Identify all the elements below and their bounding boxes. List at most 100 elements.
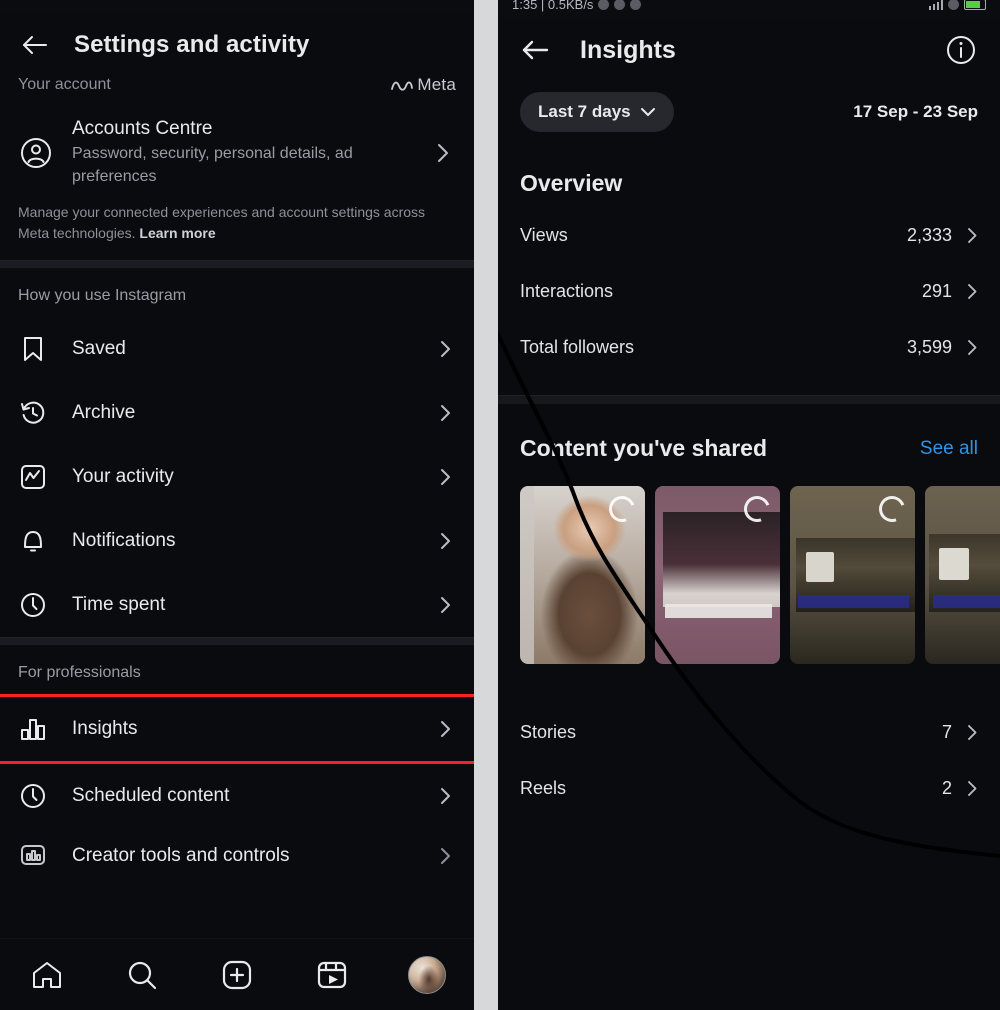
- your-account-label: Your account: [18, 76, 111, 93]
- status-bar-clock-and-network: 1:35 | 0.5KB/s: [512, 0, 594, 12]
- battery-icon: [964, 0, 986, 10]
- chevron-right-icon: [434, 846, 456, 866]
- chevron-right-icon: [434, 595, 456, 615]
- stat-value-group: 3,599: [907, 337, 978, 358]
- left-status-bar: [0, 0, 474, 14]
- content-thumbnail-2[interactable]: [655, 486, 780, 664]
- stat-value-group: 2,333: [907, 225, 978, 246]
- stat-row-interactions[interactable]: Interactions 291: [498, 263, 1000, 319]
- date-filter-row: Last 7 days 17 Sep - 23 Sep: [498, 82, 1000, 142]
- loading-spinner-icon: [604, 491, 640, 527]
- content-row-reels[interactable]: Reels 2: [498, 760, 1000, 816]
- bar-chart-icon: [18, 717, 48, 741]
- status-icon-1: [598, 0, 610, 10]
- reels-icon[interactable]: [305, 948, 359, 1002]
- chevron-right-icon: [966, 779, 978, 798]
- loading-spinner-icon: [874, 491, 910, 527]
- content-row-value: 7: [941, 721, 952, 742]
- sidebar-item-label: Your activity: [72, 466, 174, 488]
- date-range-text: 17 Sep - 23 Sep: [853, 102, 978, 121]
- thumbnail-caption-bar: [933, 595, 1000, 608]
- app-screenshot: Settings and activity Your account Meta …: [0, 0, 1000, 1010]
- stat-value: 291: [921, 280, 952, 301]
- date-range-dropdown[interactable]: Last 7 days: [520, 92, 674, 132]
- sidebar-item-notifications[interactable]: Notifications: [0, 509, 474, 573]
- insights-header: Insights: [498, 18, 1000, 82]
- chevron-right-icon: [966, 226, 978, 245]
- chevron-right-icon: [434, 403, 456, 423]
- info-circle-icon[interactable]: [944, 33, 978, 67]
- chevron-right-icon: [434, 339, 456, 359]
- accounts-centre-title: Accounts Centre: [72, 118, 213, 139]
- content-thumbnail-strip[interactable]: [498, 468, 1000, 664]
- accounts-centre-subtitle: Password, security, personal details, ad…: [72, 145, 353, 186]
- see-all-link[interactable]: See all: [920, 438, 978, 460]
- settings-header: Settings and activity: [0, 14, 474, 76]
- signal-bars-icon: [928, 0, 943, 10]
- accounts-centre-row[interactable]: Accounts Centre Password, security, pers…: [0, 106, 474, 192]
- creator-tools-icon: [18, 844, 48, 868]
- status-icon-2: [614, 0, 626, 10]
- chevron-right-icon: [966, 282, 978, 301]
- date-range-dropdown-label: Last 7 days: [538, 102, 631, 121]
- stat-row-views[interactable]: Views 2,333: [498, 207, 1000, 263]
- chevron-down-icon: [640, 102, 656, 122]
- content-type-rows: Stories 7 Reels 2: [498, 704, 1000, 816]
- sidebar-item-scheduled-content[interactable]: Scheduled content: [0, 764, 474, 828]
- stat-label: Total followers: [520, 336, 635, 357]
- sidebar-item-time-spent[interactable]: Time spent: [0, 573, 474, 637]
- page-title: Insights: [580, 35, 676, 64]
- meta-brand: Meta: [391, 76, 456, 95]
- search-icon[interactable]: [115, 948, 169, 1002]
- panel-separator: [474, 0, 498, 1010]
- sidebar-item-archive[interactable]: Archive: [0, 381, 474, 445]
- learn-more-link[interactable]: Learn more: [139, 225, 215, 241]
- content-row-stories[interactable]: Stories 7: [498, 704, 1000, 760]
- content-thumbnail-3[interactable]: [790, 486, 915, 664]
- manage-note: Manage your connected experiences and ac…: [0, 192, 474, 260]
- right-status-bar: 1:35 | 0.5KB/s: [498, 0, 1000, 18]
- home-icon[interactable]: [20, 948, 74, 1002]
- settings-subheader: Your account Meta: [0, 76, 474, 106]
- insights-panel: 1:35 | 0.5KB/s Insights Last 7 days 17 S…: [498, 0, 1000, 1010]
- sidebar-item-label: Scheduled content: [72, 785, 230, 807]
- manage-note-text: Manage your connected experiences and ac…: [18, 204, 426, 242]
- sidebar-item-your-activity[interactable]: Your activity: [0, 445, 474, 509]
- sidebar-item-saved[interactable]: Saved: [0, 317, 474, 381]
- section-label-for-professionals: For professionals: [18, 664, 141, 682]
- content-row-label: Reels: [520, 777, 567, 798]
- content-shared-header: Content you've shared See all: [498, 405, 1000, 468]
- profile-avatar[interactable]: [407, 955, 446, 994]
- settings-panel: Settings and activity Your account Meta …: [0, 0, 474, 1010]
- content-shared-title: Content you've shared: [520, 435, 768, 461]
- section-divider: [0, 637, 474, 647]
- back-arrow-icon[interactable]: [18, 28, 52, 62]
- overview-title: Overview: [520, 170, 623, 196]
- content-thumbnail-4[interactable]: [925, 486, 1000, 664]
- wifi-icon: [948, 0, 959, 10]
- sidebar-item-label: Saved: [72, 338, 126, 360]
- stat-row-total-followers[interactable]: Total followers 3,599: [498, 319, 1000, 375]
- sidebar-item-creator-tools[interactable]: Creator tools and controls: [0, 828, 474, 884]
- stat-value: 2,333: [906, 224, 952, 245]
- loading-spinner-icon: [739, 491, 775, 527]
- status-bar-left-group: 1:35 | 0.5KB/s: [512, 0, 642, 12]
- avatar[interactable]: [400, 948, 454, 1002]
- sidebar-item-insights[interactable]: Insights: [0, 694, 474, 765]
- thumbnail-caption-bar: [665, 604, 772, 618]
- sidebar-item-label: Time spent: [72, 594, 166, 616]
- clock-icon: [18, 592, 48, 618]
- chevron-right-icon: [434, 719, 456, 739]
- archive-clock-icon: [18, 400, 48, 426]
- content-thumbnail-1[interactable]: [520, 486, 645, 664]
- content-row-value-group: 7: [942, 722, 978, 743]
- chevron-right-icon: [430, 142, 456, 164]
- stat-value: 3,599: [906, 336, 952, 357]
- thumbnail-caption-bar: [798, 595, 909, 608]
- status-icon-3: [630, 0, 642, 10]
- stat-label: Views: [520, 224, 568, 245]
- stat-label: Interactions: [520, 280, 614, 301]
- accounts-centre-text: Accounts Centre Password, security, pers…: [54, 118, 430, 188]
- plus-square-icon[interactable]: [210, 948, 264, 1002]
- back-arrow-icon[interactable]: [520, 38, 554, 62]
